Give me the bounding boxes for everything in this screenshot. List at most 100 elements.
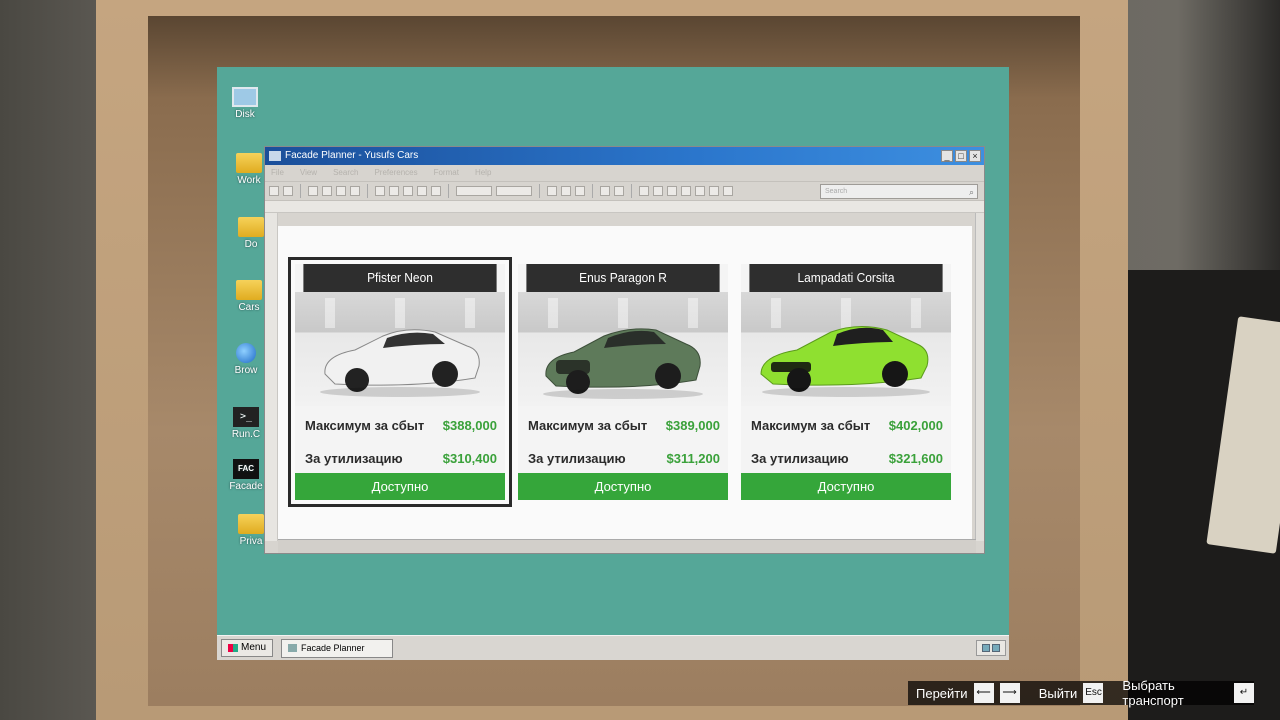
toolbar-divider (539, 184, 540, 198)
start-menu-label: Menu (241, 642, 267, 653)
desktop-icon-browser[interactable]: Brow (223, 343, 269, 376)
scrap-row: За утилизацию $321,600 (741, 451, 951, 466)
menu-file[interactable]: File (271, 165, 284, 181)
sell-row: Максимум за сбыт $388,000 (295, 418, 505, 433)
car-wheel (882, 361, 908, 387)
scrap-value: $310,400 (442, 451, 497, 466)
car-wheel (432, 361, 458, 387)
scrap-value: $311,200 (666, 451, 720, 466)
vehicle-image (741, 292, 951, 406)
scrap-row: За утилизацию $311,200 (518, 451, 728, 466)
arrow-left-icon: ⟵ (973, 683, 994, 703)
ruler (265, 201, 984, 213)
network-icon[interactable] (982, 644, 990, 652)
toolbar-divider (300, 184, 301, 198)
menu-help[interactable]: Help (475, 165, 491, 181)
facade-icon: FAC (233, 459, 259, 479)
search-icon[interactable]: ⌕ (969, 186, 974, 199)
vehicle-card[interactable]: Pfister Neon Максимум за сбыт $388,000 З… (288, 257, 512, 507)
scrap-value: $321,600 (888, 451, 943, 466)
folder-icon (236, 153, 262, 173)
start-menu-button[interactable]: Menu (221, 639, 274, 657)
justify-icon[interactable] (695, 186, 705, 196)
scrap-label: За утилизацию (528, 451, 626, 466)
esc-key-icon: Esc (1083, 683, 1104, 703)
chart-icon[interactable] (417, 186, 427, 196)
window-titlebar[interactable]: Facade Planner - Yusufs Cars _ □ × (265, 147, 984, 165)
sell-label: Максимум за сбыт (528, 418, 648, 433)
desktop-icon-run[interactable]: >_ Run.C (223, 407, 269, 440)
cut-icon[interactable] (308, 186, 318, 196)
vehicle-image (295, 292, 505, 406)
car-shadow (762, 387, 930, 397)
computer-icon (232, 87, 258, 107)
folder-icon (238, 217, 264, 237)
taskbar: Menu Facade Planner (217, 635, 1009, 660)
app-icon (269, 151, 281, 161)
search-input[interactable]: Search ⌕ (820, 183, 978, 199)
scrap-label: За утилизацию (305, 451, 403, 466)
image-icon[interactable] (389, 186, 399, 196)
desktop-icon-label: Do (244, 239, 258, 250)
copy-icon[interactable] (322, 186, 332, 196)
menu-preferences[interactable]: Preferences (374, 165, 417, 181)
spacing-icon[interactable] (709, 186, 719, 196)
available-button[interactable]: Доступно (741, 473, 951, 500)
vehicle-card[interactable]: Lampadati Corsita Максимум за сбыт $402,… (741, 264, 951, 500)
font-dropdown[interactable] (456, 186, 492, 196)
italic-icon[interactable] (614, 186, 624, 196)
enter-key-icon: ↵ (1234, 683, 1254, 703)
sell-value: $388,000 (442, 418, 497, 433)
bold-icon[interactable] (600, 186, 610, 196)
paste-icon[interactable] (336, 186, 346, 196)
display-icon[interactable] (992, 644, 1000, 652)
menu-view[interactable]: View (300, 165, 317, 181)
app-icon (288, 644, 298, 652)
vehicle-name: Lampadati Corsita (749, 264, 943, 292)
select-hint-label: Выбрать транспорт (1122, 678, 1184, 708)
align-center-icon[interactable] (667, 186, 677, 196)
available-button[interactable]: Доступно (518, 473, 728, 500)
desktop-icon-label: Work (237, 175, 261, 186)
size-dropdown[interactable] (496, 186, 532, 196)
toolbar-divider (448, 184, 449, 198)
car-wheel (655, 363, 681, 389)
car-shadow (320, 387, 480, 397)
maximize-button[interactable]: □ (955, 150, 967, 162)
new-icon[interactable] (269, 186, 279, 196)
vehicle-card[interactable]: Enus Paragon R Максимум за сбыт $389,000… (518, 264, 728, 500)
minimize-button[interactable]: _ (941, 150, 953, 162)
navigate-hint-label: Перейти (916, 685, 968, 701)
row-strip (265, 213, 278, 541)
menu-format[interactable]: Format (434, 165, 459, 181)
align-left-icon[interactable] (653, 186, 663, 196)
desktop-icon-label: Brow (234, 365, 258, 376)
horizontal-scrollbar[interactable] (278, 539, 976, 553)
sell-row: Максимум за сбыт $402,000 (741, 418, 951, 433)
outdent-icon[interactable] (575, 186, 585, 196)
desktop-icon-disk[interactable]: Disk (217, 87, 273, 120)
window-title: Facade Planner - Yusufs Cars (285, 150, 419, 161)
sell-value: $402,000 (888, 418, 943, 433)
menu-search[interactable]: Search (333, 165, 358, 181)
save-icon[interactable] (283, 186, 293, 196)
vertical-scrollbar[interactable] (975, 213, 984, 541)
color-icon[interactable] (375, 186, 385, 196)
desktop-icon-label: Run.C (231, 429, 261, 440)
close-button[interactable]: × (969, 150, 981, 162)
toolbar-divider (631, 184, 632, 198)
border-icon[interactable] (723, 186, 733, 196)
terminal-icon: >_ (233, 407, 259, 427)
system-tray (976, 640, 1006, 656)
available-button[interactable]: Доступно (295, 473, 505, 500)
list-icon[interactable] (639, 186, 649, 196)
indent-icon[interactable] (561, 186, 571, 196)
record-icon[interactable] (431, 186, 441, 196)
align-icon[interactable] (547, 186, 557, 196)
toolbar-divider (592, 184, 593, 198)
align-right-icon[interactable] (681, 186, 691, 196)
desktop-icon-label: Facade (229, 481, 263, 492)
taskbar-item-facade-planner[interactable]: Facade Planner (281, 638, 394, 658)
table-icon[interactable] (403, 186, 413, 196)
undo-icon[interactable] (350, 186, 360, 196)
